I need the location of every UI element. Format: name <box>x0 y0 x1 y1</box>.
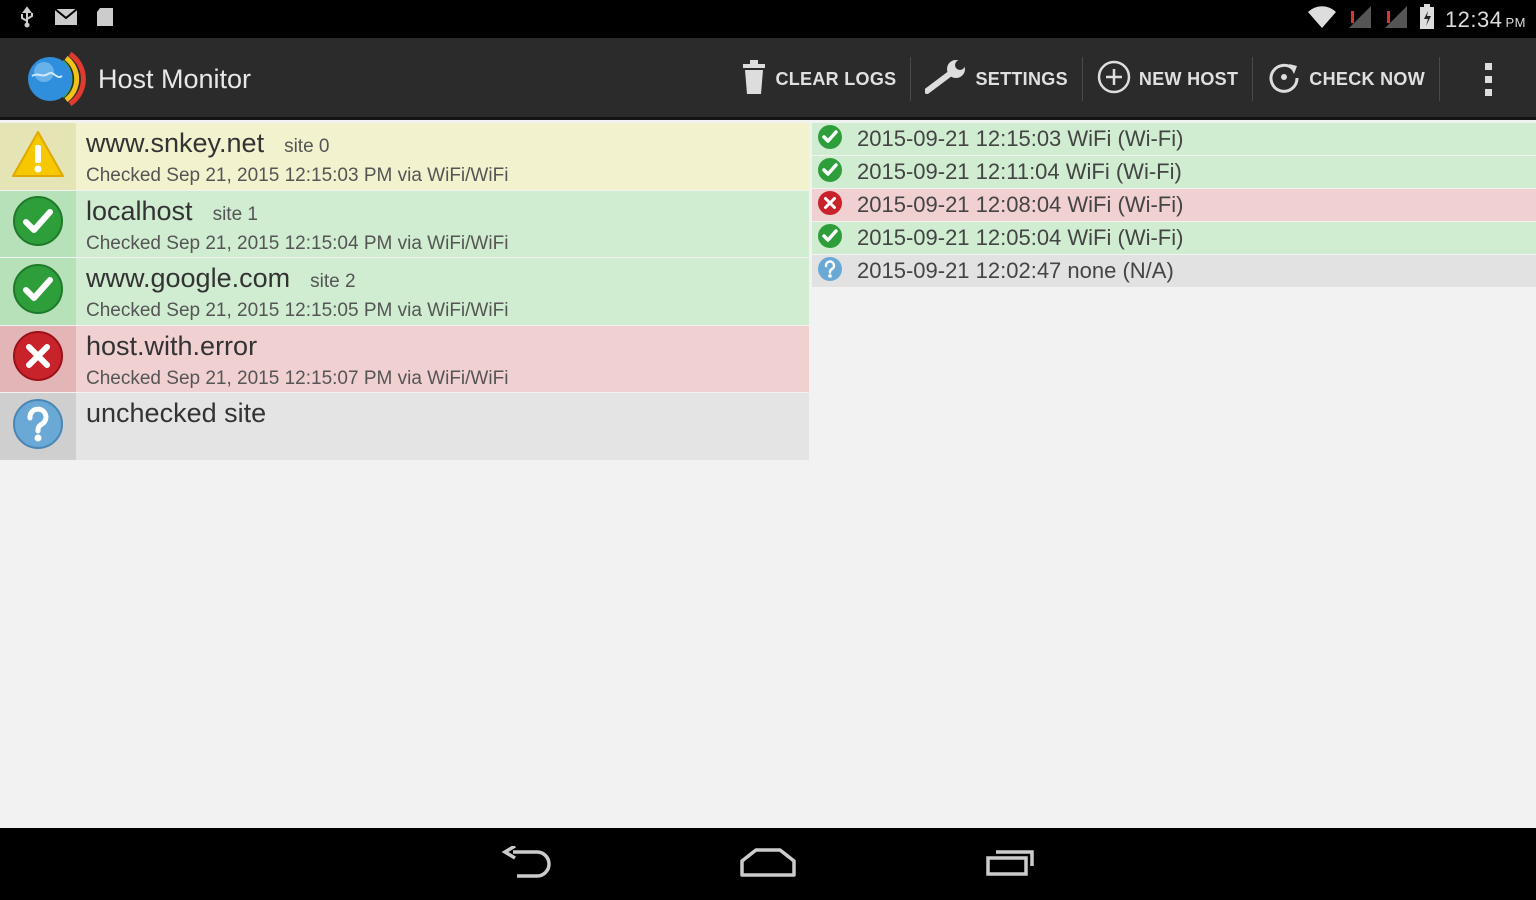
host-row[interactable]: www.google.com site 2 Checked Sep 21, 20… <box>0 258 809 326</box>
overflow-menu-icon <box>1484 60 1492 99</box>
clock: 12:34 PM <box>1445 7 1526 33</box>
host-name: www.google.com <box>86 263 291 293</box>
clock-ampm: PM <box>1505 14 1526 30</box>
recent-apps-button[interactable] <box>980 844 1044 884</box>
host-checked-time: Checked Sep 21, 2015 12:15:05 PM via WiF… <box>86 300 509 321</box>
host-site: site 0 <box>284 136 330 157</box>
settings-label: SETTINGS <box>975 68 1068 89</box>
check-circle-icon <box>817 223 843 254</box>
host-row[interactable]: unchecked site <box>0 393 809 461</box>
signal-icon <box>1383 5 1409 34</box>
wrench-icon <box>924 59 967 100</box>
check-circle-icon <box>12 263 64 320</box>
host-site: site 2 <box>310 271 356 292</box>
log-entry-text: 2015-09-21 12:02:47 none (N/A) <box>857 258 1174 283</box>
navigation-bar <box>0 828 1536 900</box>
log-list: 2015-09-21 12:15:03 WiFi (Wi-Fi) 2015-09… <box>812 123 1536 288</box>
wifi-icon <box>1307 5 1337 34</box>
log-row[interactable]: 2015-09-21 12:08:04 WiFi (Wi-Fi) <box>812 189 1536 222</box>
log-entry-text: 2015-09-21 12:05:04 WiFi (Wi-Fi) <box>857 225 1184 250</box>
host-name: localhost <box>86 195 193 226</box>
check-now-button[interactable]: CHECK NOW <box>1253 38 1439 120</box>
action-bar: Host Monitor CLEAR LOGS SETTINGS NEW HOS… <box>0 38 1536 120</box>
question-circle-icon <box>817 256 843 287</box>
warning-icon <box>11 129 65 184</box>
add-circle-icon <box>1097 60 1131 99</box>
mail-icon <box>54 8 78 31</box>
check-circle-icon <box>817 157 843 188</box>
overflow-menu-button[interactable] <box>1440 38 1536 120</box>
app-logo-icon <box>22 46 90 112</box>
host-row[interactable]: host.with.error Checked Sep 21, 2015 12:… <box>0 325 809 393</box>
host-row[interactable]: www.snkey.net site 0 Checked Sep 21, 201… <box>0 123 809 191</box>
clear-logs-label: CLEAR LOGS <box>775 68 897 89</box>
log-entry-text: 2015-09-21 12:08:04 WiFi (Wi-Fi) <box>857 192 1184 217</box>
new-host-button[interactable]: NEW HOST <box>1083 38 1252 120</box>
log-row[interactable]: 2015-09-21 12:05:04 WiFi (Wi-Fi) <box>812 222 1536 255</box>
refresh-icon <box>1267 60 1301 99</box>
log-row[interactable]: 2015-09-21 12:02:47 none (N/A) <box>812 255 1536 288</box>
signal-icon <box>1347 5 1373 34</box>
app-title: Host Monitor <box>98 64 252 94</box>
log-row[interactable]: 2015-09-21 12:15:03 WiFi (Wi-Fi) <box>812 123 1536 156</box>
clock-time: 12:34 <box>1444 6 1503 32</box>
back-button[interactable] <box>494 843 558 884</box>
sd-card-icon <box>96 7 114 32</box>
question-circle-icon <box>12 398 64 455</box>
recent-apps-icon <box>984 846 1040 883</box>
home-button[interactable] <box>736 844 800 884</box>
battery-icon <box>1419 4 1435 35</box>
host-checked-time: Checked Sep 21, 2015 12:15:04 PM via WiF… <box>86 232 509 254</box>
usb-icon <box>18 6 36 33</box>
new-host-label: NEW HOST <box>1138 68 1239 89</box>
settings-button[interactable]: SETTINGS <box>911 38 1081 120</box>
error-circle-icon <box>12 330 64 387</box>
host-site: site 1 <box>212 203 258 225</box>
check-circle-icon <box>817 124 843 155</box>
error-circle-icon <box>817 190 843 221</box>
home-icon <box>738 847 798 882</box>
check-now-label: CHECK NOW <box>1309 68 1425 89</box>
back-icon <box>499 843 553 883</box>
log-entry-text: 2015-09-21 12:15:03 WiFi (Wi-Fi) <box>857 126 1184 151</box>
host-row[interactable]: localhost site 1 Checked Sep 21, 2015 12… <box>0 190 809 258</box>
clear-logs-button[interactable]: CLEAR LOGS <box>727 38 910 120</box>
log-entry-text: 2015-09-21 12:11:04 WiFi (Wi-Fi) <box>857 159 1182 184</box>
host-checked-time: Checked Sep 21, 2015 12:15:07 PM via WiF… <box>86 367 509 389</box>
host-list: www.snkey.net site 0 Checked Sep 21, 201… <box>0 123 809 461</box>
host-name: unchecked site <box>86 398 267 428</box>
log-row[interactable]: 2015-09-21 12:11:04 WiFi (Wi-Fi) <box>812 156 1536 189</box>
host-name: www.snkey.net <box>86 128 265 158</box>
host-checked-time: Checked Sep 21, 2015 12:15:03 PM via WiF… <box>86 165 509 186</box>
trash-icon <box>741 59 767 100</box>
check-circle-icon <box>12 195 64 252</box>
host-name: host.with.error <box>86 330 258 361</box>
status-bar: 12:34 PM <box>0 0 1536 38</box>
